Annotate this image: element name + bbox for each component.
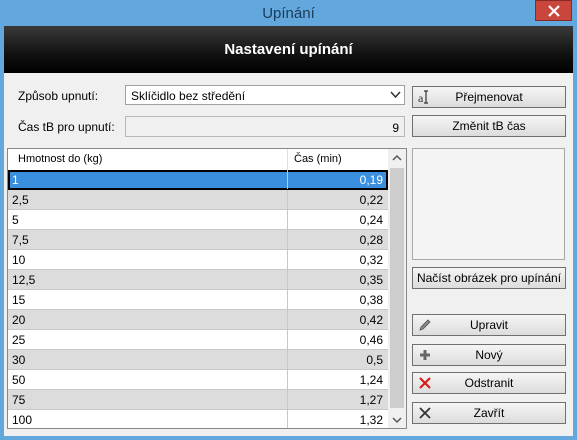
cell-weight: 12,5 bbox=[12, 273, 36, 287]
cell-weight: 7,5 bbox=[12, 233, 29, 247]
cell-time: 1,27 bbox=[359, 393, 383, 407]
cell-weight: 30 bbox=[12, 353, 26, 367]
table-row[interactable]: 12,5 0,35 bbox=[8, 270, 388, 290]
remove-label: Odstranit bbox=[464, 376, 514, 390]
table-row[interactable]: 50 1,24 bbox=[8, 370, 388, 390]
cell-divider bbox=[287, 230, 288, 249]
remove-button[interactable]: Odstranit bbox=[412, 372, 566, 394]
scroll-thumb[interactable] bbox=[390, 168, 404, 408]
mode-select[interactable]: Sklíčidlo bez středění bbox=[125, 85, 405, 105]
close-icon bbox=[547, 4, 560, 17]
text-cursor-icon: a bbox=[418, 90, 428, 105]
cell-weight: 100 bbox=[12, 413, 33, 427]
table-row[interactable]: 2,5 0,22 bbox=[8, 190, 388, 210]
cell-time: 0,5 bbox=[366, 353, 383, 367]
app-window: Upínání Nastavení upínání Způsob upnutí:… bbox=[0, 0, 577, 440]
table-row[interactable]: 20 0,42 bbox=[8, 310, 388, 330]
time-field: 9 bbox=[125, 116, 405, 137]
close-button[interactable]: Zavřít bbox=[412, 402, 566, 424]
cell-weight: 15 bbox=[12, 293, 26, 307]
cell-time: 0,42 bbox=[359, 313, 383, 327]
cell-time: 1,32 bbox=[359, 413, 383, 427]
cell-divider bbox=[287, 350, 288, 369]
new-label: Nový bbox=[475, 348, 503, 362]
x-icon bbox=[419, 407, 431, 419]
dialog-client: Nastavení upínání Způsob upnutí: Sklíčid… bbox=[4, 26, 573, 436]
cell-divider bbox=[287, 290, 288, 309]
load-image-label: Načíst obrázek pro upínání bbox=[416, 271, 562, 285]
table-row[interactable]: 1 0,19 bbox=[8, 170, 388, 190]
scroll-down-button[interactable] bbox=[388, 411, 406, 428]
mode-select-value: Sklíčidlo bez středění bbox=[131, 89, 246, 103]
table-row[interactable]: 100 1,32 bbox=[8, 410, 388, 428]
table-row[interactable]: 5 0,24 bbox=[8, 210, 388, 230]
cell-divider bbox=[287, 310, 288, 329]
cell-divider bbox=[287, 170, 288, 189]
window-close-button[interactable] bbox=[535, 0, 572, 21]
table-row[interactable]: 25 0,46 bbox=[8, 330, 388, 350]
change-time-label: Změnit tB čas bbox=[452, 119, 526, 133]
cell-weight: 20 bbox=[12, 313, 26, 327]
close-label: Zavřít bbox=[473, 406, 505, 420]
cell-weight: 2,5 bbox=[12, 193, 29, 207]
chevron-down-icon bbox=[390, 91, 401, 99]
table-row[interactable]: 15 0,38 bbox=[8, 290, 388, 310]
cell-time: 0,32 bbox=[359, 253, 383, 267]
cell-time: 0,28 bbox=[359, 233, 383, 247]
weight-time-table[interactable]: Hmotnost do (kg) Čas (min) 1 0,19 2,5 0,22 5… bbox=[7, 148, 407, 429]
table-row[interactable]: 7,5 0,28 bbox=[8, 230, 388, 250]
cell-weight: 75 bbox=[12, 393, 26, 407]
chevron-up-icon bbox=[392, 154, 402, 161]
cell-time: 0,19 bbox=[359, 173, 383, 187]
cell-weight: 10 bbox=[12, 253, 26, 267]
cell-divider bbox=[287, 190, 288, 209]
rename-label: Přejmenovat bbox=[455, 90, 523, 104]
cell-time: 0,46 bbox=[359, 333, 383, 347]
edit-button[interactable]: Upravit bbox=[412, 314, 566, 336]
cell-weight: 1 bbox=[12, 173, 19, 187]
edit-label: Upravit bbox=[469, 318, 508, 332]
plus-icon bbox=[420, 350, 430, 360]
cell-divider bbox=[287, 390, 288, 409]
title-bar[interactable]: Upínání bbox=[0, 0, 577, 26]
time-label: Čas tB pro upnutí: bbox=[18, 120, 115, 134]
pencil-icon bbox=[419, 319, 431, 331]
cell-weight: 25 bbox=[12, 333, 26, 347]
cell-time: 1,24 bbox=[359, 373, 383, 387]
window-title: Upínání bbox=[262, 5, 315, 22]
cell-divider bbox=[287, 410, 288, 428]
rename-button[interactable]: a Přejmenovat bbox=[412, 86, 566, 108]
cell-divider bbox=[287, 250, 288, 269]
cell-divider bbox=[287, 370, 288, 389]
scroll-up-button[interactable] bbox=[388, 149, 406, 166]
cell-divider bbox=[287, 330, 288, 349]
cell-divider bbox=[287, 210, 288, 229]
svg-text:a: a bbox=[418, 91, 424, 105]
chevron-down-icon bbox=[392, 416, 402, 423]
table-row[interactable]: 10 0,32 bbox=[8, 250, 388, 270]
new-button[interactable]: Nový bbox=[412, 344, 566, 366]
change-time-button[interactable]: Změnit tB čas bbox=[412, 115, 566, 137]
cell-weight: 5 bbox=[12, 213, 19, 227]
cell-time: 0,22 bbox=[359, 193, 383, 207]
red-x-icon bbox=[419, 377, 431, 389]
load-image-button[interactable]: Načíst obrázek pro upínání bbox=[412, 267, 566, 289]
column-header-time[interactable]: Čas (min) bbox=[294, 153, 342, 165]
page-title: Nastavení upínání bbox=[224, 41, 353, 58]
header-banner: Nastavení upínání bbox=[4, 26, 573, 73]
column-header-weight[interactable]: Hmotnost do (kg) bbox=[18, 153, 102, 165]
cell-time: 0,35 bbox=[359, 273, 383, 287]
clamping-image-preview bbox=[412, 148, 565, 260]
table-row[interactable]: 75 1,27 bbox=[8, 390, 388, 410]
cell-time: 0,24 bbox=[359, 213, 383, 227]
time-value: 9 bbox=[392, 121, 399, 135]
cell-weight: 50 bbox=[12, 373, 26, 387]
cell-divider bbox=[287, 270, 288, 289]
table-row[interactable]: 30 0,5 bbox=[8, 350, 388, 370]
cell-time: 0,38 bbox=[359, 293, 383, 307]
column-divider bbox=[287, 149, 288, 170]
mode-label: Způsob upnutí: bbox=[18, 89, 99, 103]
table-header: Hmotnost do (kg) Čas (min) bbox=[8, 149, 388, 171]
table-scrollbar[interactable] bbox=[388, 149, 406, 428]
